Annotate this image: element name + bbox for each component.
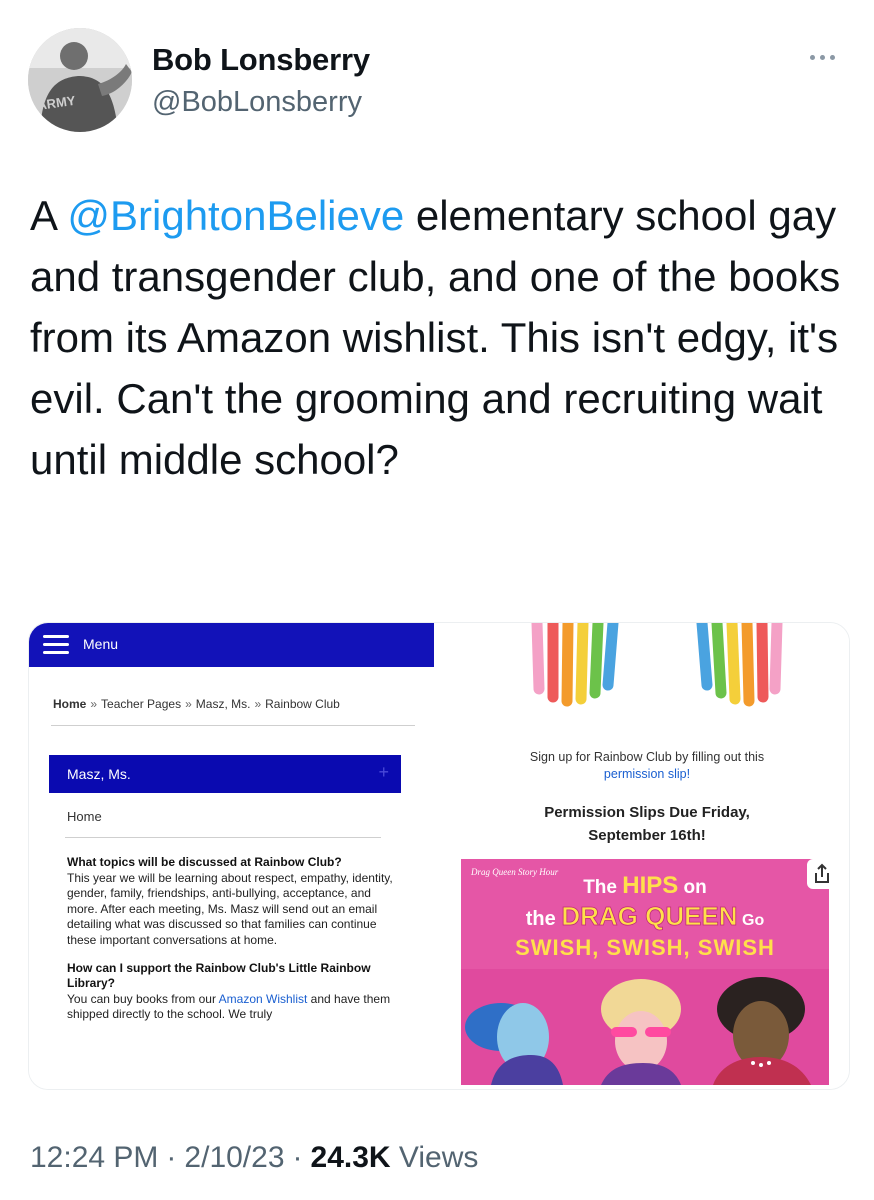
home-link: Home — [67, 809, 102, 824]
plus-icon: + — [378, 762, 389, 782]
svg-text:SWISH, SWISH, SWISH: SWISH, SWISH, SWISH — [515, 935, 775, 960]
mention-link[interactable]: @BrightonBelieve — [67, 192, 404, 239]
svg-text:Drag Queen Story Hour: Drag Queen Story Hour — [470, 867, 559, 877]
tweet-meta: 12:24 PM · 2/10/23 · 24.3K Views — [30, 1141, 479, 1174]
avatar[interactable]: ARMY — [28, 28, 132, 132]
club-info: What topics will be discussed at Rainbow… — [67, 855, 401, 1035]
tweet-time[interactable]: 12:24 PM — [30, 1141, 158, 1174]
views-count: 24.3K — [310, 1141, 391, 1174]
breadcrumb-teacher: Masz, Ms. — [195, 697, 251, 711]
rainbow-illustration — [531, 623, 783, 707]
breadcrumb-teacher-pages: Teacher Pages — [101, 697, 182, 711]
answer-topics: This year we will be learning about resp… — [67, 870, 393, 947]
svg-text:the DRAG QUEEN Go: the DRAG QUEEN Go — [526, 901, 765, 931]
book-cover-art: Drag Queen Story Hour The HIPS on the DR… — [461, 859, 829, 1085]
hamburger-icon — [43, 635, 69, 655]
author-handle[interactable]: @BobLonsberry — [152, 86, 362, 119]
views-label: Views — [398, 1141, 479, 1174]
breadcrumb-home: Home — [53, 697, 87, 711]
tweet-media[interactable]: Menu Home» Teacher Pages» Masz, Ms.» Rainbo… — [28, 622, 850, 1090]
question-topics: What topics will be discussed at Rainbow… — [67, 855, 342, 869]
answer-support-a: You can buy books from our — [67, 991, 219, 1006]
signup-text: Sign up for Rainbow Club by filling out … — [445, 749, 849, 783]
tweet-date[interactable]: 2/10/23 — [184, 1141, 284, 1174]
tweet-text: A @BrightonBelieve elementary school gay… — [30, 185, 850, 490]
svg-text:The HIPS on: The HIPS on — [583, 872, 707, 899]
site-menu-bar: Menu — [29, 623, 434, 667]
breadcrumb: Home» Teacher Pages» Masz, Ms.» Rainbow Clu… — [53, 697, 340, 711]
question-support: How can I support the Rainbow Club's Lit… — [67, 960, 371, 991]
menu-label: Menu — [83, 636, 119, 652]
media-image-school-site[interactable]: Menu Home» Teacher Pages» Masz, Ms.» Rainbo… — [29, 623, 441, 1089]
teacher-name: Masz, Ms. — [67, 766, 131, 782]
due-date-text: Permission Slips Due Friday, September 1… — [544, 804, 750, 844]
author-name[interactable]: Bob Lonsberry — [152, 42, 370, 78]
permission-slip-link: permission slip! — [603, 767, 691, 781]
breadcrumb-rainbow-club: Rainbow Club — [265, 697, 340, 711]
amazon-wishlist-link: Amazon Wishlist — [218, 991, 308, 1006]
teacher-header: Masz, Ms. + — [49, 755, 401, 793]
tweet-prefix: A — [30, 192, 68, 239]
divider — [51, 725, 415, 726]
divider — [65, 837, 381, 838]
more-options-icon[interactable] — [806, 46, 840, 68]
share-icon[interactable] — [807, 859, 837, 889]
signup-line: Sign up for Rainbow Club by filling out … — [529, 750, 765, 764]
book-cover: Drag Queen Story Hour The HIPS on the DR… — [461, 859, 829, 1085]
avatar-photo: ARMY — [28, 28, 132, 132]
media-image-flyer[interactable]: Sign up for Rainbow Club by filling out … — [445, 623, 849, 1089]
